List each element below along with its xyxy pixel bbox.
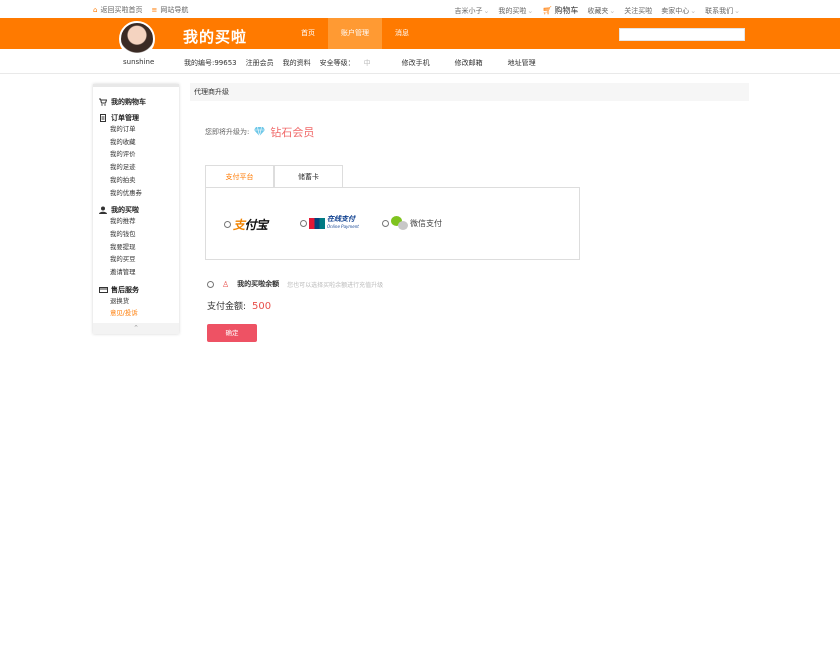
search-input[interactable] [619, 28, 745, 41]
brand-title: 我的买啦 [183, 28, 248, 46]
sidebar-collapse-button[interactable]: ⌃ [93, 323, 179, 334]
change-phone-link[interactable]: 修改手机 [402, 58, 430, 68]
sidebar-group-service: 售后服务 [93, 285, 179, 295]
balance-radio[interactable] [207, 280, 214, 288]
wechat-icon [391, 216, 408, 230]
wechat-radio[interactable] [382, 219, 389, 227]
contact-menu[interactable]: 联系我们⌄ [705, 6, 740, 16]
site-nav-link[interactable]: ≡ 网站导航 [151, 5, 188, 15]
sidebar-item-wallet[interactable]: 我的钱包 [93, 228, 179, 241]
nav-messages[interactable]: 消息 [382, 18, 422, 49]
sidebar-item-beans[interactable]: 我的买豆 [93, 253, 179, 266]
chevron-down-icon: ⌄ [734, 6, 740, 15]
sidebar-item-history[interactable]: 我的足迹 [93, 161, 179, 174]
nav-account[interactable]: 账户管理 [328, 18, 382, 49]
address-manage-link[interactable]: 地址管理 [508, 58, 536, 68]
sidebar-item-favorites[interactable]: 我的收藏 [93, 136, 179, 149]
home-link[interactable]: ⌂ 返回买啦首页 [93, 5, 142, 15]
menu-icon: ≡ [151, 6, 158, 14]
diamond-icon [254, 126, 266, 138]
top-bar: ⌂ 返回买啦首页 ≡ 网站导航 吉米小子⌄ 我的买啦⌄ 🛒︎ 购物车 收藏夹⌄ … [0, 0, 840, 18]
unionpay-icon: 在线支付 Online Payment [309, 216, 359, 230]
sidebar-item-invites[interactable]: 邀请管理 [93, 266, 179, 279]
amount-label: 支付金额: [207, 302, 247, 312]
chevron-down-icon: ⌄ [527, 6, 534, 15]
sidebar-item-reviews[interactable]: 我的评价 [93, 148, 179, 161]
confirm-button[interactable]: 确定 [207, 324, 257, 342]
cart-icon: 🛒︎ [542, 6, 553, 15]
breadcrumb: 代理商升级 [190, 83, 749, 101]
amount-value: 500 [252, 301, 272, 312]
pay-option-wechat[interactable]: 微信支付 [382, 216, 442, 230]
sidebar-item-auctions[interactable]: 我的拍卖 [93, 174, 179, 187]
member-id: 我的编号:99653 [184, 59, 237, 67]
money-bag-icon: ♙ [222, 279, 230, 289]
upgrade-level: 钻石会员 [270, 126, 315, 139]
alipay-radio[interactable] [224, 221, 231, 228]
home-icon: ⌂ [93, 6, 98, 14]
change-email-link[interactable]: 修改邮箱 [455, 58, 483, 68]
pay-option-alipay[interactable]: 支付宝 [224, 216, 268, 233]
unionpay-radio[interactable] [300, 219, 307, 227]
document-icon [99, 114, 107, 122]
sidebar-item-orders[interactable]: 我的订单 [93, 123, 179, 136]
alipay-icon: 支付宝 [233, 218, 268, 232]
favorites-menu[interactable]: 收藏夹⌄ [587, 6, 615, 16]
user-icon [99, 206, 107, 215]
pay-option-unionpay[interactable]: 在线支付 Online Payment [300, 216, 359, 230]
sidebar-group-orders: 订单管理 [93, 113, 179, 123]
tab-debit-card[interactable]: 储蓄卡 [274, 165, 343, 188]
orders-list: 我的订单 我的收藏 我的评价 我的足迹 我的拍卖 我的优惠券 [93, 123, 179, 199]
user-menu[interactable]: 吉米小子⌄ [454, 6, 489, 16]
sidebar-item-feedback[interactable]: 意见/投诉 [93, 307, 179, 320]
chevron-down-icon: ⌄ [690, 6, 697, 15]
chevron-down-icon: ⌄ [483, 6, 490, 15]
pay-amount: 支付金额: 500 [207, 299, 271, 312]
my-account-menu[interactable]: 我的买啦⌄ [498, 6, 533, 16]
my-profile-link[interactable]: 我的资料 [283, 58, 311, 68]
register-member-link[interactable]: 注册会员 [246, 58, 274, 68]
card-icon [99, 286, 108, 294]
sidebar-item-recommend[interactable]: 我的推荐 [93, 215, 179, 228]
sidebar-item-withdraw[interactable]: 我要提现 [93, 241, 179, 254]
avatar[interactable] [119, 21, 155, 57]
seller-center-menu[interactable]: 卖家中心⌄ [661, 6, 696, 16]
nav-home[interactable]: 首页 [288, 18, 328, 49]
sidebar-item-coupons[interactable]: 我的优惠券 [93, 187, 179, 200]
sidebar-group-mine: 我的买啦 [93, 205, 179, 215]
balance-option[interactable]: ♙ 我的买啦余额 您也可以选择买啦余额进行充值升级 [207, 279, 383, 289]
security-level: 安全等级：中 [319, 59, 371, 67]
payment-tabs: 支付平台 储蓄卡 [205, 165, 343, 188]
sidebar-item-returns[interactable]: 退换货 [93, 295, 179, 308]
service-list: 退换货 意见/投诉 [93, 295, 179, 320]
upgrade-info: 您即将升级为: 钻石会员 [205, 124, 314, 140]
sidebar: 我的购物车 订单管理 我的订单 我的收藏 我的评价 我的足迹 我的拍卖 我的优惠… [93, 84, 179, 334]
payment-options-panel: 支付宝 在线支付 Online Payment 微信支付 [205, 187, 580, 260]
upgrade-label: 您即将升级为: [205, 128, 250, 136]
balance-label: 我的买啦余额 [237, 280, 280, 288]
cart-link[interactable]: 🛒︎ 购物车 [542, 5, 578, 16]
tab-pay-platform[interactable]: 支付平台 [205, 165, 274, 188]
follow-link[interactable]: 关注买啦 [624, 6, 652, 16]
sidebar-group-cart[interactable]: 我的购物车 [93, 97, 179, 107]
mine-list: 我的推荐 我的钱包 我要提现 我的买豆 邀请管理 [93, 215, 179, 279]
cart-icon [99, 98, 108, 106]
chevron-down-icon: ⌄ [609, 6, 616, 15]
balance-hint: 您也可以选择买啦余额进行充值升级 [287, 281, 384, 289]
header: 我的买啦 首页 账户管理 消息 [0, 18, 840, 57]
main-nav: 首页 账户管理 消息 [288, 18, 422, 49]
username: sunshine [123, 58, 155, 66]
